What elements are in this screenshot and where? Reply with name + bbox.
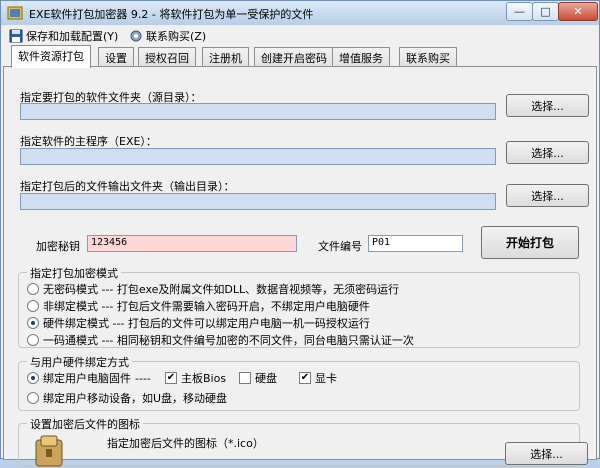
tab-value-added[interactable]: 增值服务 (332, 47, 390, 66)
check-gpu-box[interactable]: ✔ (299, 372, 311, 384)
file-no-label: 文件编号 (318, 240, 362, 253)
check-gpu[interactable]: ✔ 显卡 (299, 370, 337, 386)
mode-option-one-code[interactable]: 一码通模式 --- 相同秘钥和文件编号加密的不同文件，同台电脑只需认证一次 (27, 332, 414, 348)
tab-settings[interactable]: 设置 (98, 47, 134, 66)
select-output-button[interactable]: 选择... (506, 184, 589, 207)
check-disk[interactable]: 硬盘 (239, 370, 277, 386)
check-disk-label: 硬盘 (255, 372, 277, 385)
hardware-group: 与用户硬件绑定方式 绑定用户电脑固件 ---- ✔ 主板Bios 硬盘 ✔ 显卡… (18, 354, 580, 411)
icon-path-label: 指定加密后文件的图标（*.ico） (107, 437, 264, 450)
mode-radio-2[interactable] (27, 317, 39, 329)
check-gpu-label: 显卡 (315, 372, 337, 385)
hardware-group-title: 与用户硬件绑定方式 (27, 354, 132, 370)
check-bios[interactable]: ✔ 主板Bios (165, 370, 226, 386)
main-exe-label: 指定软件的主程序（EXE）： (20, 135, 157, 148)
tab-license-recall[interactable]: 授权召回 (138, 47, 196, 66)
icon-group: 设置加密后文件的图标 指定加密后文件的图标（*.ico） 选择... (18, 416, 588, 467)
password-label: 加密秘钥 (36, 240, 80, 253)
mode-option-label: 无密码模式 --- 打包exe及附属文件如DLL、数据音视频等，无须密码运行 (43, 283, 400, 296)
tab-contact-buy[interactable]: 联系购买 (399, 47, 457, 66)
close-button[interactable]: ✕ (558, 2, 598, 21)
bind-pc-label: 绑定用户电脑固件 (43, 372, 131, 385)
bind-pc-option[interactable]: 绑定用户电脑固件 ---- (27, 370, 151, 386)
menu-contact-buy[interactable]: 联系购买(Z) (129, 28, 206, 44)
menu-save-load-config[interactable]: 保存和加载配置(Y) (9, 28, 118, 44)
tab-keygen[interactable]: 注册机 (202, 47, 249, 66)
select-exe-button[interactable]: 选择... (506, 141, 589, 164)
tab-strip: 软件资源打包 设置 授权召回 注册机 创建开启密码 增值服务 联系购买 (1, 45, 599, 68)
mode-group-title: 指定打包加密模式 (27, 265, 121, 281)
menu-save-load-label: 保存和加载配置(Y) (26, 30, 119, 43)
tab-package-resources[interactable]: 软件资源打包 (11, 45, 91, 68)
bind-pc-dashes: ---- (135, 371, 151, 385)
file-no-input[interactable]: P01 (368, 235, 463, 252)
bind-pc-radio[interactable] (27, 372, 39, 384)
minimize-button[interactable]: — (506, 2, 533, 21)
mode-option-no-password[interactable]: 无密码模式 --- 打包exe及附属文件如DLL、数据音视频等，无须密码运行 (27, 281, 399, 297)
check-bios-box[interactable]: ✔ (165, 372, 177, 384)
source-dir-input[interactable] (20, 103, 496, 120)
mode-option-label: 硬件绑定模式 --- 打包后的文件可以绑定用户电脑一机一码授权运行 (43, 317, 370, 330)
gear-icon (130, 30, 142, 42)
app-icon (7, 6, 23, 20)
menu-contact-buy-label: 联系购买(Z) (146, 30, 207, 43)
mode-option-label: 一码通模式 --- 相同秘钥和文件编号加密的不同文件，同台电脑只需认证一次 (43, 334, 414, 347)
main-exe-input[interactable] (20, 148, 496, 165)
save-disk-icon (9, 29, 23, 43)
select-icon-button[interactable]: 选择... (505, 442, 588, 465)
bind-mobile-radio[interactable] (27, 392, 39, 404)
mode-radio-0[interactable] (27, 283, 39, 295)
tab-create-password[interactable]: 创建开启密码 (254, 47, 334, 66)
output-dir-label: 指定打包后的文件输出文件夹（输出目录）： (20, 180, 235, 193)
package-preview-icon (35, 435, 63, 467)
bind-mobile-label: 绑定用户移动设备，如U盘，移动硬盘 (43, 392, 228, 405)
maximize-button[interactable]: □ (532, 2, 559, 21)
mode-option-hardware-bound[interactable]: 硬件绑定模式 --- 打包后的文件可以绑定用户电脑一机一码授权运行 (27, 315, 370, 331)
mode-option-label: 非绑定模式 --- 打包后文件需要输入密码开启，不绑定用户电脑硬件 (43, 300, 370, 313)
main-panel: 指定要打包的软件文件夹（源目录）： 选择... 指定软件的主程序（EXE）： 选… (3, 66, 597, 467)
check-bios-label: 主板Bios (181, 372, 227, 385)
title-bar: EXE软件打包加密器 9.2 - 将软件打包为单一受保护的文件 — □ ✕ (1, 1, 599, 25)
icon-group-title: 设置加密后文件的图标 (27, 416, 143, 432)
select-source-button[interactable]: 选择... (506, 94, 589, 117)
output-dir-input[interactable] (20, 193, 496, 210)
app-window: EXE软件打包加密器 9.2 - 将软件打包为单一受保护的文件 — □ ✕ 保存… (0, 0, 600, 467)
mode-group: 指定打包加密模式 无密码模式 --- 打包exe及附属文件如DLL、数据音视频等… (18, 265, 580, 348)
password-input[interactable]: 123456 (87, 235, 297, 252)
menu-bar: 保存和加载配置(Y) 联系购买(Z) (1, 25, 599, 45)
start-packaging-button[interactable]: 开始打包 (481, 226, 579, 259)
mode-radio-3[interactable] (27, 334, 39, 346)
window-title: EXE软件打包加密器 9.2 - 将软件打包为单一受保护的文件 (29, 8, 314, 21)
check-disk-box[interactable] (239, 372, 251, 384)
bind-mobile-option[interactable]: 绑定用户移动设备，如U盘，移动硬盘 (27, 390, 227, 406)
mode-option-unbound[interactable]: 非绑定模式 --- 打包后文件需要输入密码开启，不绑定用户电脑硬件 (27, 298, 370, 314)
mode-radio-1[interactable] (27, 300, 39, 312)
